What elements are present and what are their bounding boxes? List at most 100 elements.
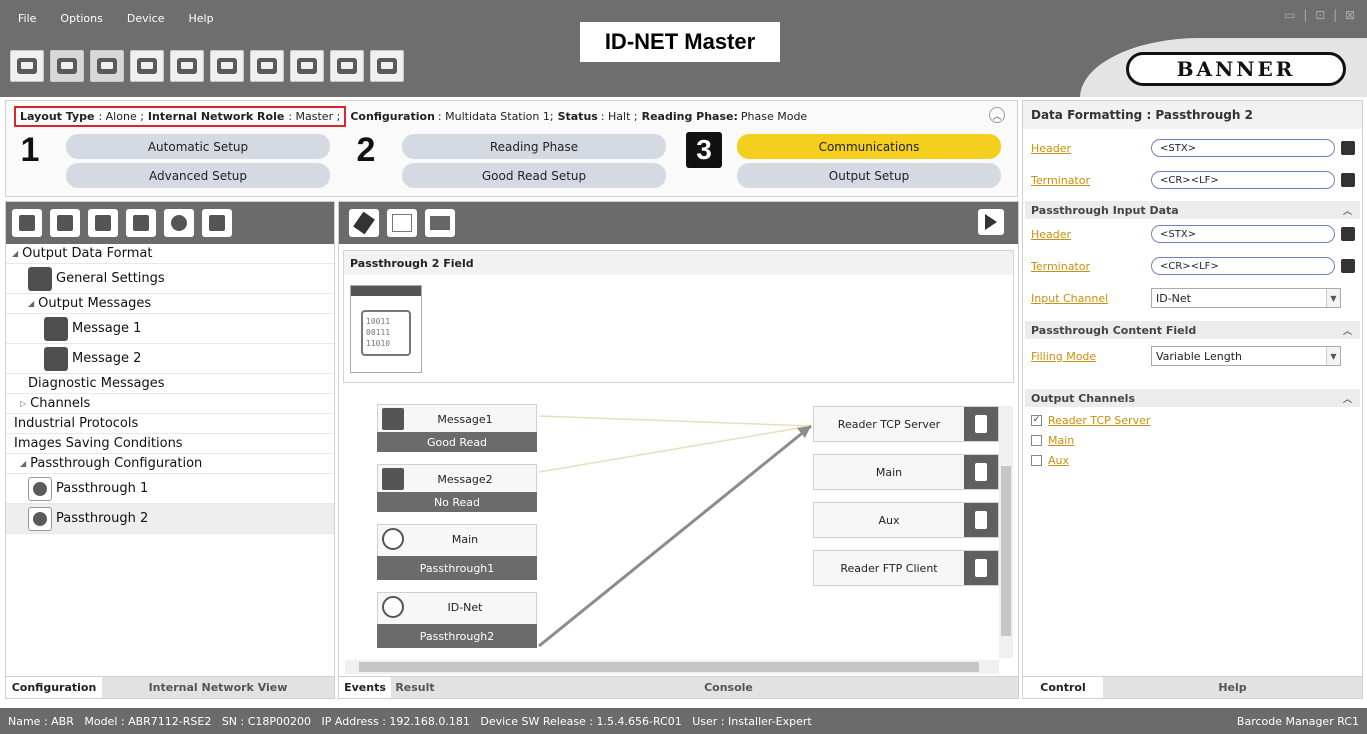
menu-options[interactable]: Options <box>50 8 116 26</box>
passthrough-icon[interactable] <box>164 209 194 237</box>
display-icon[interactable] <box>10 50 44 82</box>
dest-aux[interactable]: Aux <box>813 502 999 538</box>
tab-control[interactable]: Control <box>1023 677 1103 698</box>
binary-field-text: 10011 00111 11010 <box>361 310 411 356</box>
checkbox-unchecked[interactable] <box>1031 454 1042 466</box>
edit-icon[interactable] <box>1341 227 1355 241</box>
filling-mode-label[interactable]: Filling Mode <box>1031 350 1151 363</box>
export-icon[interactable] <box>170 50 204 82</box>
terminator-label[interactable]: Terminator <box>1031 174 1151 187</box>
binary-data-icon[interactable] <box>387 209 417 237</box>
tree-output-data-format[interactable]: ◢ Output Data Format <box>6 244 334 264</box>
tree-output-messages[interactable]: ◢ Output Messages <box>6 294 334 314</box>
user-settings-icon[interactable] <box>90 50 124 82</box>
tree-passthrough-1[interactable]: Passthrough 1 <box>6 474 334 504</box>
section-passthrough-input[interactable]: Passthrough Input Data ︿ <box>1025 201 1360 219</box>
header-field[interactable]: <STX> <box>1151 139 1335 157</box>
source-message1[interactable]: Message1 Good Read <box>377 404 537 452</box>
output-format-icon[interactable] <box>50 209 80 237</box>
terminator-row: Terminator <CR><LF> <box>1031 169 1355 191</box>
output-channel-aux[interactable]: Aux <box>1031 452 1069 468</box>
filling-mode-select[interactable]: Variable Length ▼ <box>1151 346 1341 366</box>
binary-field-icon[interactable]: 10011 00111 11010 <box>350 285 422 373</box>
tree-images-saving-conditions[interactable]: Images Saving Conditions <box>6 434 334 454</box>
tab-configuration[interactable]: Configuration <box>6 677 102 698</box>
terminator-field[interactable]: <CR><LF> <box>1151 171 1335 189</box>
checkbox-checked[interactable]: ✓ <box>1031 414 1042 426</box>
dest-reader-ftp-client[interactable]: Reader FTP Client <box>813 550 999 586</box>
automatic-setup-button[interactable]: Automatic Setup <box>66 134 330 159</box>
tree-diagnostic-messages[interactable]: Diagnostic Messages <box>6 374 334 394</box>
tab-console[interactable]: Console <box>439 677 1018 698</box>
envelope-icon[interactable] <box>425 209 455 237</box>
vertical-scrollbar[interactable] <box>999 406 1013 658</box>
protocol-icon[interactable] <box>126 209 156 237</box>
good-read-setup-button[interactable]: Good Read Setup <box>402 163 666 188</box>
app-version: Barcode Manager RC1 <box>1236 714 1359 728</box>
dest-main[interactable]: Main <box>813 454 999 490</box>
download-icon[interactable] <box>290 50 324 82</box>
section-output-channels[interactable]: Output Channels ︿ <box>1025 389 1360 407</box>
dest-label: Reader TCP Server <box>837 417 941 431</box>
input-channel-select[interactable]: ID-Net ▼ <box>1151 288 1341 308</box>
checkbox-label[interactable]: Main <box>1048 434 1074 447</box>
header-label[interactable]: Header <box>1031 142 1151 155</box>
menu-file[interactable]: File <box>8 8 50 26</box>
section-passthrough-content[interactable]: Passthrough Content Field ︿ <box>1025 321 1360 339</box>
output-channel-main[interactable]: Main <box>1031 432 1074 448</box>
panel-icon[interactable] <box>130 50 164 82</box>
upload-icon[interactable] <box>330 50 364 82</box>
tab-help[interactable]: Help <box>1103 677 1362 698</box>
menu-help[interactable]: Help <box>179 8 228 26</box>
tree-general-settings[interactable]: General Settings <box>6 264 334 294</box>
menu-device[interactable]: Device <box>117 8 179 26</box>
tree-message-1[interactable]: Message 1 <box>6 314 334 344</box>
communications-button[interactable]: Communications <box>737 134 1001 159</box>
dest-reader-tcp-server[interactable]: Reader TCP Server <box>813 406 999 442</box>
tree-label: Message 1 <box>72 321 142 336</box>
edit-icon[interactable] <box>1341 141 1355 155</box>
network-icon[interactable] <box>370 50 404 82</box>
checkbox-label[interactable]: Aux <box>1048 454 1069 467</box>
tree-message-2[interactable]: Message 2 <box>6 344 334 374</box>
input-terminator-field[interactable]: <CR><LF> <box>1151 257 1335 275</box>
tree-passthrough-configuration[interactable]: ◢ Passthrough Configuration <box>6 454 334 474</box>
source-message2[interactable]: Message2 No Read <box>377 464 537 512</box>
horizontal-scrollbar[interactable] <box>345 660 999 674</box>
input-header-row: Header <STX> <box>1031 223 1355 245</box>
input-terminator-label[interactable]: Terminator <box>1031 260 1151 273</box>
output-setup-button[interactable]: Output Setup <box>737 163 1001 188</box>
input-header-field[interactable]: <STX> <box>1151 225 1335 243</box>
import-icon[interactable] <box>250 50 284 82</box>
edit-icon[interactable] <box>1341 173 1355 187</box>
search-icon[interactable] <box>50 50 84 82</box>
output-channel-reader-tcp[interactable]: ✓ Reader TCP Server <box>1031 412 1150 428</box>
channel-plug-icon[interactable] <box>88 209 118 237</box>
window-controls[interactable]: ▭ | ⊡ | ⊠ <box>1284 8 1357 22</box>
tab-result[interactable]: Result <box>391 677 439 698</box>
source-idnet[interactable]: ID-Net Passthrough2 <box>377 592 537 648</box>
source-main[interactable]: Main Passthrough1 <box>377 524 537 580</box>
input-header-label[interactable]: Header <box>1031 228 1151 241</box>
tree-channels[interactable]: ▷ Channels <box>6 394 334 414</box>
reading-phase-button[interactable]: Reading Phase <box>402 134 666 159</box>
tree-industrial-protocols[interactable]: Industrial Protocols <box>6 414 334 434</box>
passthrough-icon <box>28 506 52 531</box>
input-channel-label[interactable]: Input Channel <box>1031 292 1151 305</box>
waveform-icon[interactable] <box>12 209 42 237</box>
play-icon[interactable] <box>978 209 1004 235</box>
dest-label: Aux <box>878 513 900 527</box>
tree-passthrough-2[interactable]: Passthrough 2 <box>6 504 334 534</box>
checkbox-unchecked[interactable] <box>1031 434 1042 446</box>
close-icon[interactable] <box>202 209 232 237</box>
field-area: Passthrough 2 Field 10011 00111 11010 <box>343 250 1014 383</box>
advanced-setup-button[interactable]: Advanced Setup <box>66 163 330 188</box>
edit-icon[interactable] <box>1341 259 1355 273</box>
checkbox-label[interactable]: Reader TCP Server <box>1048 414 1150 427</box>
step-1-number: 1 <box>20 131 40 169</box>
tab-events[interactable]: Events <box>339 677 391 698</box>
pencil-icon[interactable] <box>349 209 379 237</box>
tab-internal-network-view[interactable]: Internal Network View <box>102 677 334 698</box>
save-icon[interactable] <box>210 50 244 82</box>
collapse-icon[interactable]: ︿ <box>989 107 1005 123</box>
